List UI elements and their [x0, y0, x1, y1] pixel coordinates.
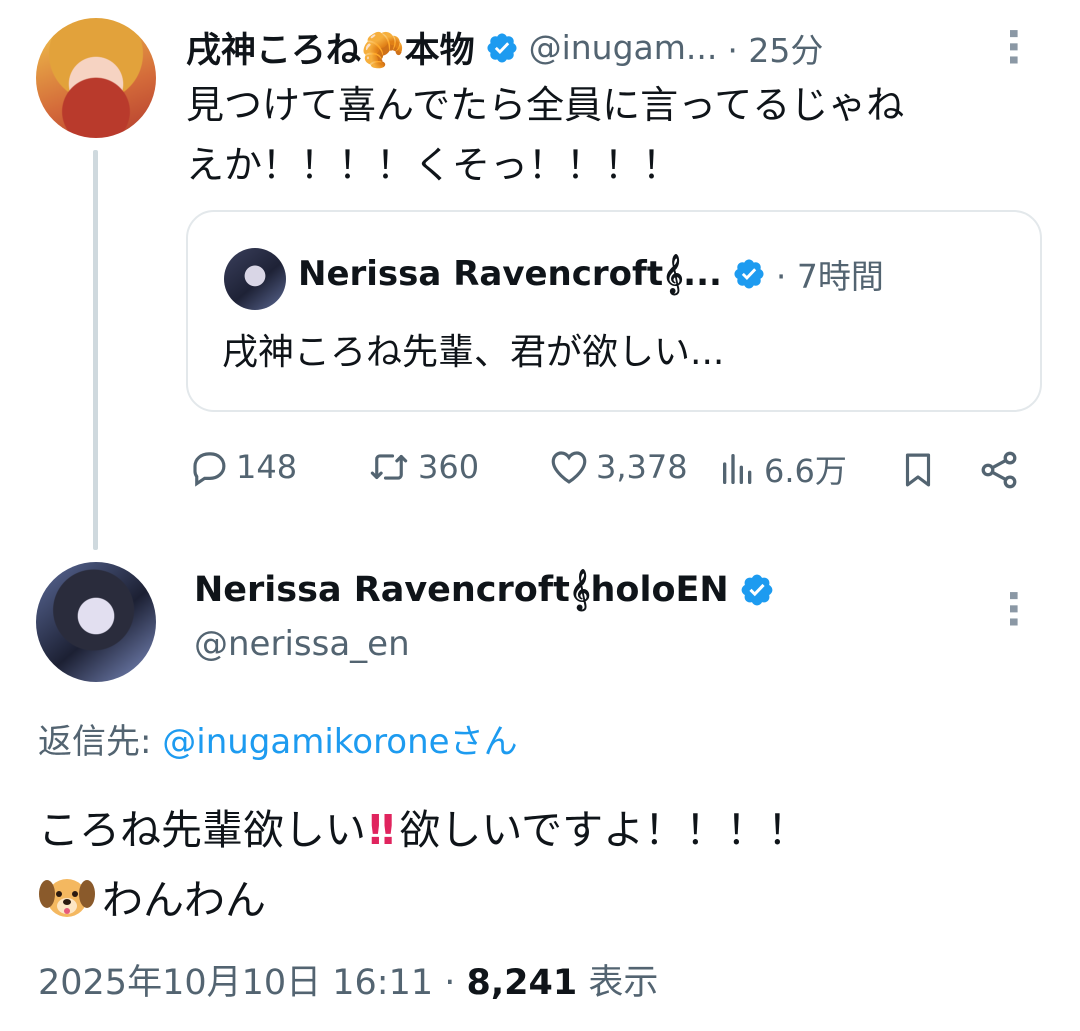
views-button[interactable]: 6.6万 [718, 446, 847, 492]
tweet2-text-line2-text: わんわん [102, 876, 266, 924]
tweet2-display-name[interactable]: Nerissa Ravencroft𝄞holoEN [194, 570, 729, 610]
tweet2-text-line2: わんわん [38, 866, 266, 926]
quote-text: 戌神ころね先輩、君が欲しい... [222, 332, 725, 373]
bookmark-icon [905, 453, 931, 487]
tweet1-text-line2: えか！！！！くそっ！！！！ [186, 143, 681, 187]
tweet1-display-name[interactable]: 戌神ころね🥐本物 [186, 22, 475, 73]
tweet1-text-line1: 見つけて喜んでたら全員に言ってるじゃね [186, 83, 905, 127]
quote-display-name: Nerissa Ravencroft𝄞... [298, 254, 722, 294]
reply-button[interactable]: 148 [188, 446, 297, 488]
share-icon [981, 451, 1017, 489]
views-count: 6.6万 [764, 452, 847, 490]
more-icon[interactable]: ··· [990, 26, 1036, 66]
double-exclamation-emoji: !! [366, 806, 398, 854]
tweet2-views-label: 表示 [577, 963, 659, 1003]
tweet2-handle[interactable]: @nerissa_en [194, 624, 410, 664]
tweet1-handle[interactable]: @inugam... [529, 28, 718, 67]
views-icon [723, 454, 752, 484]
like-button[interactable]: 3,378 [548, 446, 688, 488]
reply-to-line: 返信先: @inugamikoroneさん [38, 714, 518, 763]
avatar-korone[interactable] [36, 18, 156, 138]
tweet2-meta: 2025年10月10日 16:11 · 8,241 表示 [38, 954, 658, 1005]
reply-to-prefix: 返信先: [38, 722, 163, 762]
share-button[interactable] [976, 448, 1022, 496]
thread-connector-line [93, 150, 98, 550]
verified-icon [734, 259, 764, 289]
tweet2-date[interactable]: 2025年10月10日 16:11 [38, 963, 433, 1003]
tweet1-timestamp[interactable]: · 25分 [727, 24, 823, 72]
tweet2-views-count: 8,241 [466, 963, 578, 1003]
retweet-button[interactable]: 360 [366, 446, 479, 488]
tweet2-header: Nerissa Ravencroft𝄞holoEN [194, 570, 775, 610]
bookmark-button[interactable] [897, 448, 939, 496]
quote-timestamp: · 7時間 [775, 257, 884, 296]
avatar-nerissa-small [224, 248, 286, 310]
reply-to-link[interactable]: @inugamikoroneさん [162, 722, 517, 762]
tweet2-text-part2: 欲しいですよ！！！！ [399, 806, 809, 854]
verified-icon [741, 574, 773, 606]
meta-separator: · [433, 963, 467, 1003]
retweet-icon [370, 454, 408, 480]
quote-header: Nerissa Ravencroft𝄞... · 7時間 [298, 250, 884, 298]
like-count: 3,378 [596, 448, 688, 486]
like-icon [551, 451, 587, 484]
tweet1-header: 戌神ころね🥐本物 @inugam... · 25分 [186, 22, 1016, 73]
tweet2-text-line1: ころね先輩欲しい!! 欲しいですよ！！！！ [38, 796, 808, 856]
reply-icon [193, 452, 226, 487]
reply-count: 148 [236, 448, 298, 486]
tweet2-text-part1: ころね先輩欲しい [38, 806, 366, 854]
more-icon[interactable]: ··· [990, 588, 1036, 628]
verified-icon [487, 32, 517, 63]
avatar-nerissa[interactable] [36, 562, 156, 682]
retweet-count: 360 [418, 448, 480, 486]
dog-emoji [39, 879, 95, 917]
